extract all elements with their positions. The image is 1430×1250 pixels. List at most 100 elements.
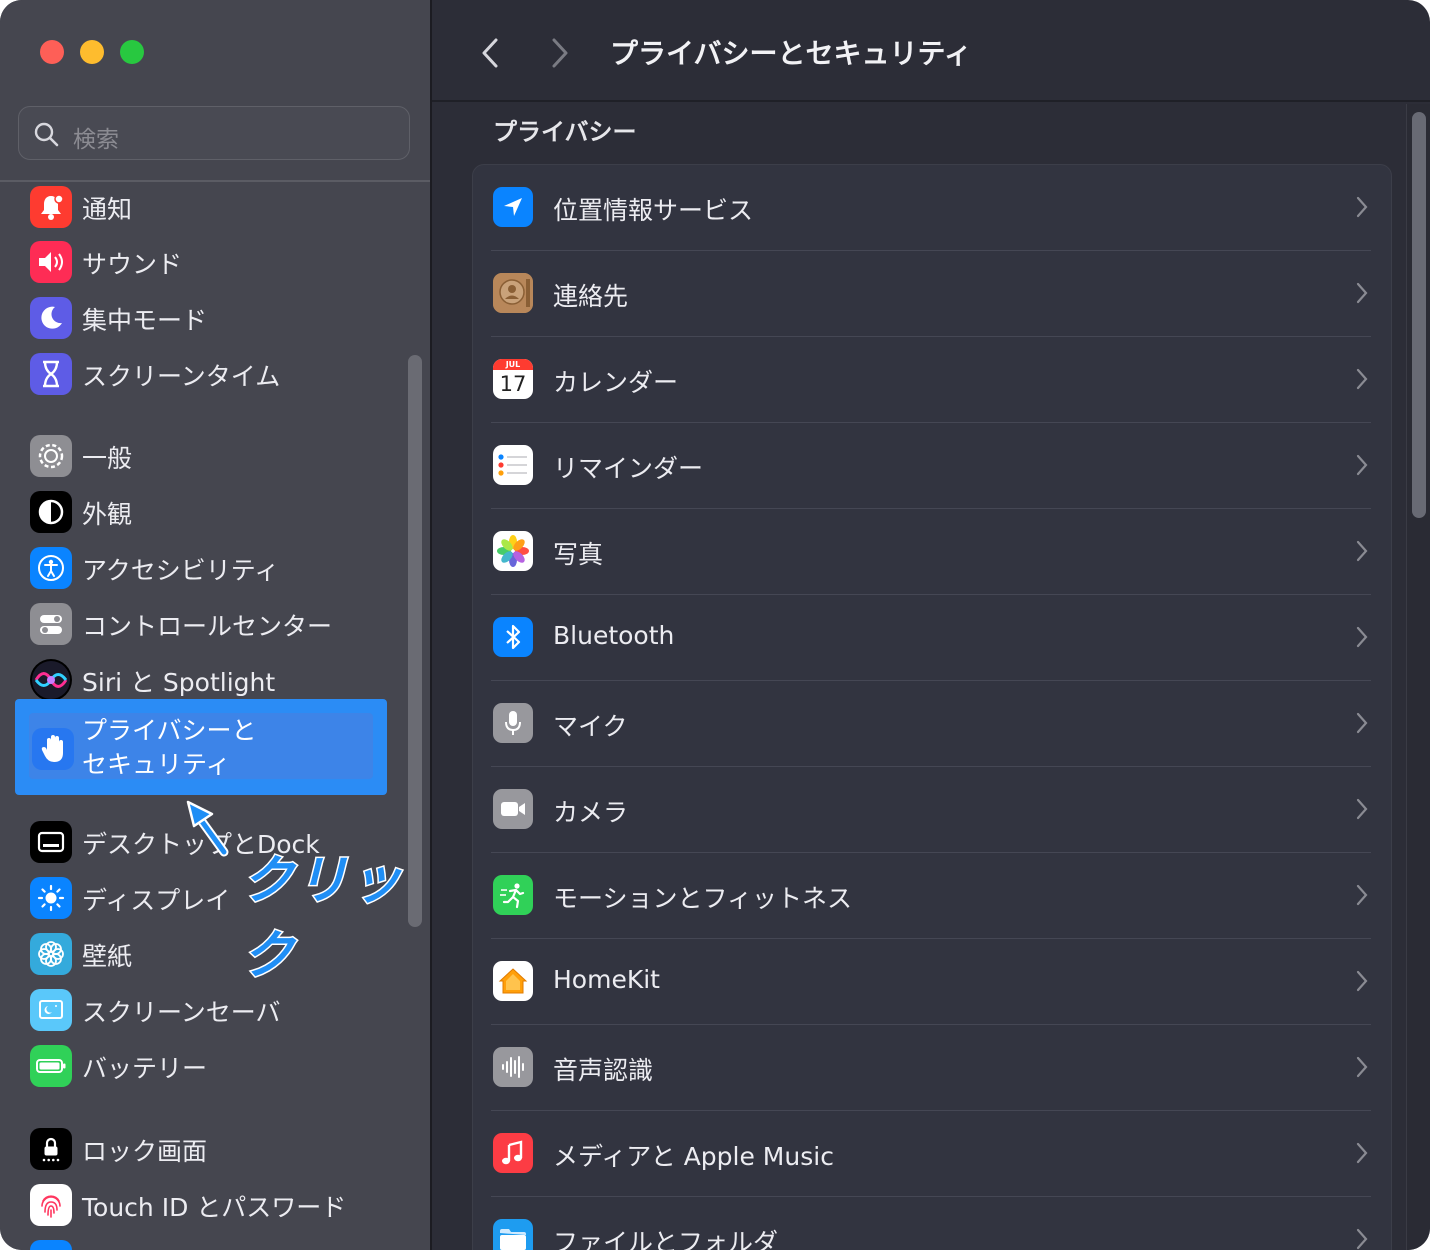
row-label: HomeKit <box>553 965 660 994</box>
screensaver-icon <box>30 989 72 1031</box>
chevron-right-icon <box>1356 196 1368 218</box>
row-label: 連絡先 <box>553 282 629 311</box>
sidebar-item-label: アクセシビリティ <box>82 556 280 585</box>
back-chevron-icon[interactable] <box>476 36 504 70</box>
sidebar-item-label: コントロールセンター <box>82 612 333 641</box>
privacy-row-camera[interactable]: カメラ <box>473 767 1391 853</box>
users-icon <box>30 1240 72 1250</box>
reminders-icon <box>493 445 533 485</box>
battery-icon <box>30 1045 72 1087</box>
chevron-right-icon <box>1356 1228 1368 1250</box>
row-label: 音声認識 <box>553 1056 654 1085</box>
row-label: 位置情報サービス <box>553 196 754 225</box>
main-scrollbar[interactable] <box>1406 104 1430 1250</box>
privacy-row-homekit[interactable]: HomeKit <box>473 939 1391 1025</box>
sidebar-item-label: バッテリー <box>82 1054 208 1083</box>
hand-icon <box>32 728 74 770</box>
minimize-window-button[interactable] <box>80 40 104 64</box>
main-content: プライバシーとセキュリティ プライバシー 位置情報サービス 連絡先 JUL 17… <box>432 0 1430 1250</box>
privacy-row-contacts[interactable]: 連絡先 <box>473 251 1391 337</box>
sidebar-item-accessibility[interactable]: アクセシビリティ <box>30 543 400 591</box>
hourglass-icon <box>30 353 72 395</box>
contacts-icon <box>493 273 533 313</box>
sidebar-item-label: 一般 <box>82 444 133 473</box>
speaker-icon <box>30 241 72 283</box>
search-field[interactable]: 検索 <box>18 106 410 160</box>
sidebar-item-sound[interactable]: サウンド <box>30 237 400 285</box>
privacy-row-photos[interactable]: 写真 <box>473 509 1391 595</box>
sidebar-item-appearance[interactable]: 外観 <box>30 487 400 535</box>
privacy-row-microphone[interactable]: マイク <box>473 681 1391 767</box>
bluetooth-icon <box>493 617 533 657</box>
sidebar-item-label: スクリーンタイム <box>82 362 281 391</box>
settings-window: 検索 通知 サウンド 集中モード スクリーンタイム 一般 外観 アクセシビリティ… <box>0 0 1430 1250</box>
chevron-right-icon <box>1356 282 1368 304</box>
flower-icon <box>30 933 72 975</box>
sidebar-item-label: スクリーンセーバ <box>82 998 281 1027</box>
sidebar-item-notifications[interactable]: 通知 <box>30 182 400 230</box>
privacy-row-calendar[interactable]: JUL 17 カレンダー <box>473 337 1391 423</box>
row-label: メディアと Apple Music <box>553 1142 834 1171</box>
chevron-right-icon <box>1356 368 1368 390</box>
sidebar-item-label: 通知 <box>82 195 133 224</box>
sidebar-item-label: サウンド <box>82 250 183 279</box>
selected-label-line2: セキュリティ <box>82 750 231 779</box>
row-label: Bluetooth <box>553 621 675 650</box>
row-label: カレンダー <box>553 368 679 397</box>
privacy-row-motion-fitness[interactable]: モーションとフィットネス <box>473 853 1391 939</box>
selected-label-line1: プライバシーと <box>82 716 257 745</box>
privacy-row-location-services[interactable]: 位置情報サービス <box>473 165 1391 251</box>
location-arrow-icon <box>493 187 533 227</box>
chevron-right-icon <box>1356 454 1368 476</box>
privacy-row-media-apple-music[interactable]: メディアと Apple Music <box>473 1111 1391 1197</box>
main-scrollbar-thumb[interactable] <box>1412 112 1426 518</box>
photos-icon <box>493 531 533 571</box>
dock-icon <box>30 821 72 863</box>
privacy-row-bluetooth[interactable]: Bluetooth <box>473 595 1391 681</box>
sidebar-item-battery[interactable]: バッテリー <box>30 1041 400 1089</box>
siri-icon <box>30 659 72 701</box>
sidebar-item-siri-spotlight[interactable]: Siri と Spotlight <box>30 655 400 703</box>
forward-chevron-icon[interactable] <box>546 36 574 70</box>
click-annotation-label: クリック <box>241 850 405 988</box>
sidebar-item-lock-screen[interactable]: ロック画面 <box>30 1124 400 1172</box>
sidebar-item-focus[interactable]: 集中モード <box>30 293 400 341</box>
sidebar-item-partial[interactable] <box>30 1236 400 1250</box>
waveform-icon <box>493 1047 533 1087</box>
sidebar-item-general[interactable]: 一般 <box>30 431 400 479</box>
privacy-row-speech-recognition[interactable]: 音声認識 <box>473 1025 1391 1111</box>
home-icon <box>493 961 533 1001</box>
microphone-icon <box>493 703 533 743</box>
camera-icon <box>493 789 533 829</box>
privacy-row-files-folders[interactable]: ファイルとフォルダ <box>473 1197 1391 1250</box>
zoom-window-button[interactable] <box>120 40 144 64</box>
sidebar-item-control-center[interactable]: コントロールセンター <box>30 599 400 647</box>
sidebar-item-label: ディスプレイ <box>82 886 231 915</box>
chevron-right-icon <box>1356 626 1368 648</box>
close-window-button[interactable] <box>40 40 64 64</box>
search-placeholder: 検索 <box>73 127 119 153</box>
row-label: 写真 <box>553 540 604 569</box>
row-label: リマインダー <box>553 454 704 483</box>
sidebar-item-screen-saver[interactable]: スクリーンセーバ <box>30 985 400 1033</box>
chevron-right-icon <box>1356 712 1368 734</box>
privacy-list: 位置情報サービス 連絡先 JUL 17 カレンダー リマインダー 写真 Blue… <box>472 164 1392 1250</box>
chevron-right-icon <box>1356 884 1368 906</box>
toggles-icon <box>30 603 72 645</box>
folder-icon <box>493 1219 533 1250</box>
toolbar-divider <box>432 100 1430 102</box>
sidebar-item-label: ロック画面 <box>82 1137 208 1166</box>
sidebar-item-label: 外観 <box>82 500 133 529</box>
lock-icon <box>30 1128 72 1170</box>
accessibility-icon <box>30 547 72 589</box>
sidebar-item-label-selected: プライバシーと セキュリティ <box>82 714 257 782</box>
sidebar-item-screen-time[interactable]: スクリーンタイム <box>30 349 400 397</box>
sidebar-item-touch-id-password[interactable]: Touch ID とパスワード <box>30 1180 400 1228</box>
calendar-month: JUL <box>505 360 521 369</box>
moon-icon <box>30 297 72 339</box>
privacy-row-reminders[interactable]: リマインダー <box>473 423 1391 509</box>
chevron-right-icon <box>1356 540 1368 562</box>
music-note-icon <box>493 1133 533 1173</box>
calendar-icon: JUL 17 <box>493 359 533 399</box>
search-icon <box>34 122 59 147</box>
